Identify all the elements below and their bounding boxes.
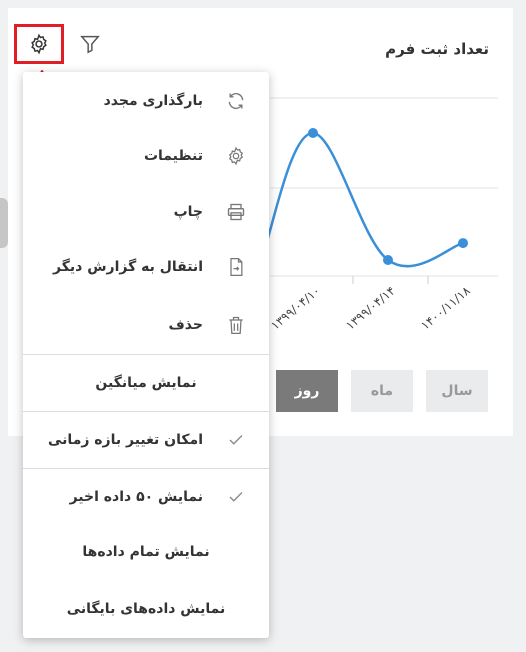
menu-item-show-all[interactable]: نمایش تمام داده‌ها <box>23 525 269 579</box>
menu-item-label: تنظیمات <box>143 148 203 164</box>
gear-icon <box>225 145 247 167</box>
x-tick-label: ۱۳۹۹/۰۴/۱۴ <box>343 284 398 333</box>
data-point[interactable] <box>308 128 318 138</box>
menu-item-print[interactable]: چاپ <box>23 185 269 239</box>
refresh-icon <box>225 90 247 112</box>
menu-item-move-to-report[interactable]: انتقال به گزارش دیگر <box>23 240 269 294</box>
menu-item-reload[interactable]: بارگذاری مجدد <box>23 74 269 128</box>
menu-item-delete[interactable]: حذف <box>23 298 269 352</box>
menu-divider <box>23 468 269 469</box>
filter-icon <box>80 35 100 54</box>
gear-icon <box>31 33 47 55</box>
menu-item-label: نمایش تمام داده‌ها <box>82 544 210 560</box>
range-year-button[interactable]: سال <box>426 370 488 412</box>
filter-button[interactable] <box>78 32 102 56</box>
menu-item-label: بارگذاری مجدد <box>103 93 203 109</box>
menu-divider <box>23 354 269 355</box>
trash-icon <box>225 314 247 336</box>
data-point[interactable] <box>458 238 468 249</box>
file-export-icon <box>225 256 247 278</box>
menu-item-label: امکان تغییر بازه زمانی <box>48 432 203 448</box>
range-day-button[interactable]: روز <box>276 370 338 412</box>
menu-item-show-average[interactable]: نمایش میانگین <box>23 356 269 410</box>
menu-item-allow-range-change[interactable]: امکان تغییر بازه زمانی <box>23 413 269 467</box>
menu-item-label: نمایش ۵۰ داده اخیر <box>69 489 203 505</box>
menu-item-settings[interactable]: تنظیمات <box>23 129 269 183</box>
chart-context-menu: بارگذاری مجدد تنظیمات چاپ انتقال به گزار… <box>23 72 269 638</box>
side-scroll-handle[interactable] <box>0 198 8 248</box>
checkmark-icon <box>225 429 247 451</box>
menu-item-label: نمایش داده‌های بایگانی <box>66 601 226 617</box>
printer-icon <box>225 201 247 223</box>
range-month-button[interactable]: ماه <box>351 370 413 412</box>
series-line <box>261 131 464 268</box>
menu-divider <box>23 411 269 412</box>
menu-item-show-archived[interactable]: نمایش داده‌های بایگانی <box>23 582 269 636</box>
menu-item-label: نمایش میانگین <box>95 375 197 391</box>
menu-item-show-last-50[interactable]: نمایش ۵۰ داده اخیر <box>23 470 269 524</box>
menu-item-label: انتقال به گزارش دیگر <box>53 259 203 275</box>
x-tick-label: ۱۳۹۹/۰۴/۱۰ <box>268 284 323 333</box>
checkmark-icon <box>225 486 247 508</box>
chart-settings-button[interactable] <box>14 24 64 64</box>
menu-item-label: حذف <box>168 317 203 333</box>
data-point[interactable] <box>383 255 393 265</box>
menu-item-label: چاپ <box>173 204 203 220</box>
chart-grid <box>270 97 498 277</box>
x-tick-label: ۱۴۰۰/۱۱/۱۸ <box>418 283 473 332</box>
